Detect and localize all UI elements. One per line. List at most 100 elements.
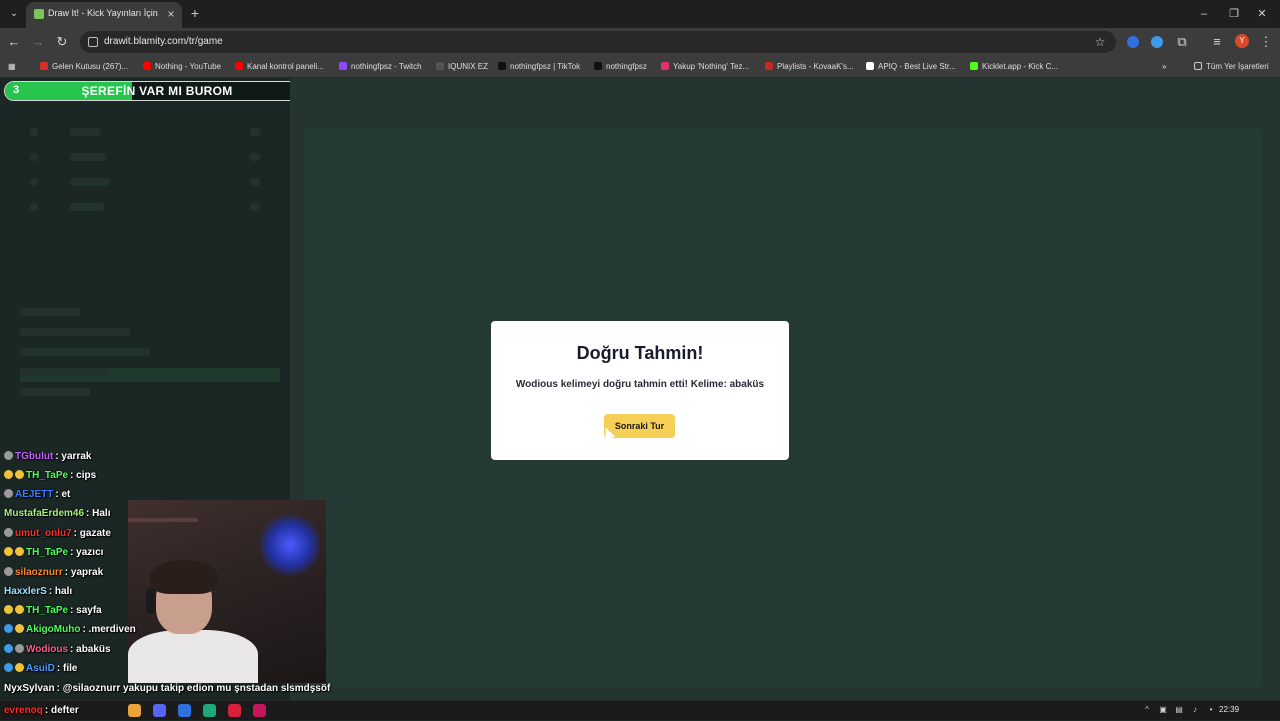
bookmark-item[interactable]: Yakup 'Nothing' Tez...	[661, 60, 749, 74]
extensions-puzzle-icon[interactable]: ⧉	[1174, 34, 1190, 50]
bookmark-item[interactable]: nothingfpsz | TikTok	[498, 60, 580, 74]
player-row	[20, 203, 270, 217]
clock[interactable]: 22:39	[1219, 705, 1239, 714]
bookmark-label: Playlists - KovaaK's...	[777, 62, 854, 71]
media-control-icon[interactable]: ≡	[1209, 34, 1225, 50]
extension-icon[interactable]	[1151, 36, 1163, 48]
volume-icon[interactable]: ♪	[1190, 705, 1200, 715]
bookmark-favicon-icon	[339, 62, 347, 70]
restore-icon[interactable]: ❐	[1226, 6, 1242, 22]
chat-username: MustafaErdem46	[4, 508, 85, 519]
tab-search-icon[interactable]: ⌄	[6, 6, 22, 22]
taskbar-app-icon[interactable]	[228, 704, 241, 717]
more-bookmarks-icon[interactable]: »	[1162, 60, 1166, 74]
chat-text: : sayfa	[70, 605, 102, 616]
menu-icon[interactable]: ⋮	[1258, 34, 1274, 50]
bookmark-favicon-icon	[40, 62, 48, 70]
chat-message: AEJETT: et	[4, 486, 70, 504]
new-tab-icon[interactable]: +	[188, 6, 202, 20]
site-info-icon[interactable]	[88, 37, 98, 47]
chat-badge-icon	[15, 663, 24, 672]
taskbar-app-icon[interactable]	[178, 704, 191, 717]
chat-badge-icon	[15, 605, 24, 614]
chat-text: : file	[56, 663, 78, 674]
chat-message: TGbulut: yarrak	[4, 448, 91, 466]
bookmark-favicon-icon	[235, 62, 243, 70]
headset-icon	[146, 588, 156, 614]
modal-title: Doğru Tahmin!	[576, 343, 704, 363]
bookmark-item[interactable]: Playlists - KovaaK's...	[765, 60, 854, 74]
microphone-icon[interactable]: •	[1206, 705, 1216, 715]
round-timer-bar: 3 ŞEREFİN VAR MI BUROM 7	[4, 81, 308, 101]
bookmark-label: APIQ - Best Live Str...	[878, 62, 956, 71]
chat-username: TGbulut	[15, 451, 54, 462]
chat-text: : yazıcı	[70, 547, 104, 558]
chat-message: AkigoMuho: .merdiven	[4, 621, 136, 639]
chat-badge-icon	[4, 644, 13, 653]
chat-username: TH_TaPe	[26, 470, 69, 481]
bookmark-item[interactable]: nothingfpsz	[594, 60, 647, 74]
bookmark-item[interactable]: IQUNIX EZ	[436, 60, 488, 74]
tab-close-icon[interactable]: ×	[164, 7, 178, 21]
discord-app-icon[interactable]	[153, 704, 166, 717]
bookmark-item[interactable]: nothingfpsz - Twitch	[339, 60, 422, 74]
chat-message: HaxxlerS: halı	[4, 583, 72, 601]
address-bar[interactable]: drawit.blamity.com/tr/game ☆	[80, 31, 1116, 53]
chat-message: TH_TaPe: yazıcı	[4, 544, 103, 562]
profile-avatar[interactable]: Y	[1235, 34, 1249, 48]
taskbar-app-icon[interactable]	[253, 704, 266, 717]
next-round-button[interactable]: Sonraki Tur	[604, 414, 675, 438]
bookmark-item[interactable]: Kicklet.app - Kick C...	[970, 60, 1058, 74]
taskbar-app-icon[interactable]	[203, 704, 216, 717]
chat-username: evrenoq	[4, 705, 43, 716]
bookmark-favicon-icon	[866, 62, 874, 70]
chat-text: : defter	[44, 705, 79, 716]
chat-badge-icon	[4, 547, 13, 556]
webcam-blue-light	[260, 510, 320, 580]
back-icon[interactable]: ←	[6, 34, 22, 50]
chat-message: silaoznurr: yaprak	[4, 564, 103, 582]
network-icon[interactable]: ▤	[1174, 705, 1184, 715]
minimize-icon[interactable]: –	[1196, 6, 1212, 22]
guess-log-row	[20, 328, 280, 342]
chat-text: : gazate	[73, 528, 111, 539]
chat-badge-icon	[4, 663, 13, 672]
bookmark-item[interactable]: APIQ - Best Live Str...	[866, 60, 956, 74]
bookmark-favicon-icon	[143, 62, 151, 70]
browser-tab[interactable]: Draw It! - Kick Yayınları İçin Çiz ×	[26, 2, 182, 28]
forward-icon[interactable]: →	[30, 34, 46, 50]
chat-message: MustafaErdem46: Halı	[4, 505, 110, 523]
chat-text: : halı	[48, 586, 73, 597]
x-icon	[594, 62, 602, 70]
bookmark-label: Gelen Kutusu (267)...	[52, 62, 129, 71]
extension-icon[interactable]	[1127, 36, 1139, 48]
tray-app-icon[interactable]: ▣	[1158, 705, 1168, 715]
tray-chevron-icon[interactable]: ^	[1142, 705, 1152, 715]
chat-badge-icon	[15, 644, 24, 653]
chat-username: NyxSylvan	[4, 683, 55, 694]
bookmark-star-icon[interactable]: ☆	[1092, 34, 1108, 50]
bookmark-item[interactable]: Gelen Kutusu (267)...	[40, 60, 128, 74]
reload-icon[interactable]: ↻	[54, 34, 70, 50]
bookmark-label: nothingfpsz | TikTok	[510, 62, 581, 71]
chat-text: : et	[55, 489, 71, 500]
bookmark-item[interactable]: Nothing - YouTube	[143, 60, 221, 74]
close-window-icon[interactable]: ✕	[1254, 6, 1270, 22]
webcam-person-hair	[150, 560, 218, 594]
bookmark-favicon-icon	[436, 62, 444, 70]
chat-badge-icon	[4, 605, 13, 614]
bookmark-item[interactable]: Kanal kontrol paneli...	[235, 60, 324, 74]
bookmark-label: Kicklet.app - Kick C...	[982, 62, 1059, 71]
browser-toolbar: ← → ↻ drawit.blamity.com/tr/game ☆ ⧉ ≡ Y…	[0, 28, 1280, 56]
folder-icon	[1194, 62, 1202, 70]
url-text[interactable]: drawit.blamity.com/tr/game	[104, 36, 223, 47]
bookmark-label: Yakup 'Nothing' Tez...	[673, 62, 750, 71]
chat-text: : @silaoznurr yakupu takip edion mu şnst…	[56, 683, 331, 694]
windows-taskbar: evrenoq: defter ^ ▣ ▤ ♪ • 22:39	[0, 700, 1280, 720]
apps-grid-icon[interactable]: ▦	[8, 60, 16, 74]
chrome-app-icon[interactable]	[128, 704, 141, 717]
all-bookmarks[interactable]: Tüm Yer İşaretleri	[1194, 60, 1269, 74]
chat-message: AsuiD: file	[4, 660, 77, 678]
chat-username: TH_TaPe	[26, 547, 69, 558]
chat-message: TH_TaPe: sayfa	[4, 602, 102, 620]
